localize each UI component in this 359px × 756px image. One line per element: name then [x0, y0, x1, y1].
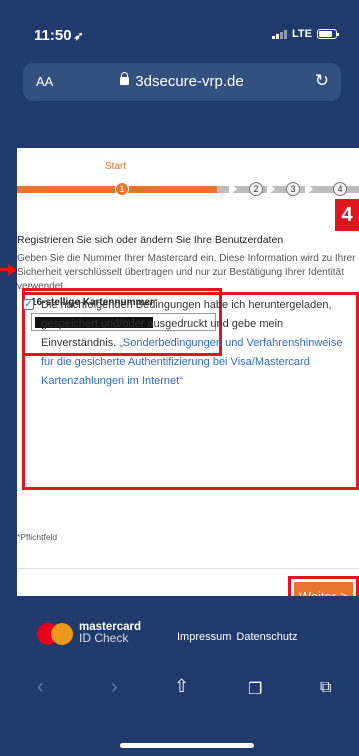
url-text: 3dsecure-vrp.de [135, 73, 244, 90]
mandatory-field-note: *Pflichtfeld [17, 532, 58, 542]
status-time: 11:50 ➶ [34, 27, 84, 44]
network-type: LTE [292, 28, 312, 40]
step-1: 1 [115, 182, 129, 196]
impressum-link[interactable]: Impressum [177, 631, 231, 643]
address-bar[interactable]: AA 3dsecure-vrp.de ↻ [23, 63, 341, 101]
annotation-arrow-icon [0, 254, 17, 286]
share-icon[interactable]: ⇧ [174, 676, 189, 697]
forward-icon[interactable]: › [111, 676, 118, 699]
bookmarks-icon[interactable]: ❐ [248, 679, 262, 699]
tabs-icon[interactable]: ⧉ [320, 679, 331, 697]
step-4: 4 [333, 182, 347, 196]
signal-icon [272, 29, 288, 39]
home-indicator [120, 743, 254, 748]
battery-icon [317, 29, 339, 39]
step-separator-icon [267, 182, 275, 196]
step-3: 3 [286, 182, 300, 196]
url-display[interactable]: 3dsecure-vrp.de [23, 72, 341, 90]
datenschutz-link[interactable]: Datenschutz [236, 631, 297, 643]
progress-indicator: 1 2 3 4 [17, 182, 359, 196]
registration-page: Start 1 2 3 4 Registrieren Sie sich oder… [17, 148, 359, 596]
site-footer: mastercard ID Check Impressum Datenschutz [17, 596, 359, 660]
footer-links: Impressum Datenschutz [177, 631, 303, 643]
terms-checkbox[interactable]: ✓ [23, 299, 34, 310]
back-icon[interactable]: ‹ [37, 676, 44, 699]
status-bar: 11:50 ➶ LTE [0, 0, 359, 54]
reload-icon[interactable]: ↻ [315, 71, 329, 91]
step-2: 2 [249, 182, 263, 196]
terms-text: Die nachfolgenden Bedingungen habe ich h… [41, 299, 343, 387]
form-heading: Registrieren Sie sich oder ändern Sie Ih… [17, 234, 284, 246]
step-separator-icon [305, 182, 313, 196]
step-separator-icon [229, 182, 237, 196]
status-indicators: LTE [272, 28, 339, 40]
current-step-label: Start [105, 161, 127, 172]
location-arrow-icon: ➶ [73, 29, 84, 43]
browser-toolbar: ‹ › ⇧ ❐ ⧉ [0, 660, 359, 756]
lock-icon [120, 72, 130, 85]
annotation-step-badge: 4 [335, 199, 359, 231]
site-header-banner [17, 118, 359, 148]
brand-text: mastercard ID Check [79, 621, 142, 645]
divider [17, 568, 359, 569]
browser-chrome: 11:50 ➶ LTE AA 3dsecure-vrp.de ↻ [0, 0, 359, 118]
mastercard-logo-icon [37, 623, 73, 647]
